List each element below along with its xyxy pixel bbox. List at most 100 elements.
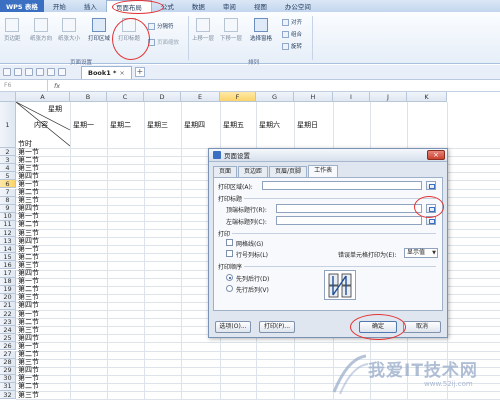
column-header-h[interactable]: H	[294, 92, 333, 102]
column-header-d[interactable]: D	[144, 92, 181, 102]
weekday-header-4[interactable]: 星期四	[184, 120, 205, 130]
cell-a11[interactable]: 第二节	[18, 221, 39, 228]
cell-a17[interactable]: 第四节	[18, 270, 39, 277]
bring-forward-button[interactable]: 上移一层	[192, 18, 214, 42]
cancel-button[interactable]: 取消	[403, 321, 441, 333]
selection-pane-button[interactable]: 选择窗格	[250, 18, 272, 42]
column-header-a[interactable]: A	[16, 92, 70, 102]
cell-a15[interactable]: 第二节	[18, 253, 39, 261]
cell-a23[interactable]: 第二节	[18, 318, 39, 326]
cell-a24[interactable]: 第三节	[18, 326, 39, 334]
rotate-button[interactable]: 旋转	[282, 42, 302, 50]
weekday-header-3[interactable]: 星期三	[147, 120, 168, 130]
open-icon[interactable]	[14, 68, 22, 76]
cell-a16[interactable]: 第三节	[18, 261, 39, 269]
document-tab[interactable]: Book1 * ×	[81, 65, 132, 79]
group-button[interactable]: 组合	[282, 30, 302, 38]
gridlines-checkbox[interactable]	[226, 239, 233, 246]
menu-view[interactable]: 视图	[245, 0, 276, 12]
cell-a32[interactable]: 第三节	[18, 391, 39, 399]
page-scaling-button[interactable]: 页面缩放	[148, 38, 179, 46]
print-icon[interactable]	[36, 68, 44, 76]
weekday-header-6[interactable]: 星期六	[259, 120, 280, 130]
fx-icon[interactable]: fx	[54, 82, 60, 90]
print-area-picker-icon[interactable]	[426, 181, 436, 190]
cell-a4[interactable]: 第三节	[18, 164, 39, 172]
print-titles-button[interactable]: 打印标题	[118, 18, 140, 42]
cell-a6[interactable]: 第一节	[18, 180, 39, 188]
redo-icon[interactable]	[58, 68, 66, 76]
top-rows-picker-icon[interactable]	[426, 204, 436, 213]
cell-a21[interactable]: 第四节	[18, 302, 39, 309]
menu-insert[interactable]: 插入	[75, 0, 106, 12]
down-then-over-label: 先列后行(D)	[236, 276, 270, 283]
name-box[interactable]: F6	[0, 80, 48, 91]
menu-page-layout[interactable]: 页面布局	[105, 0, 152, 12]
left-cols-picker-icon[interactable]	[426, 216, 436, 225]
left-cols-input[interactable]	[276, 216, 422, 225]
cell-a13[interactable]: 第四节	[18, 237, 39, 245]
cell-a27[interactable]: 第二节	[18, 351, 39, 358]
over-then-down-radio[interactable]	[226, 285, 233, 292]
menu-data[interactable]: 数据	[183, 0, 214, 12]
tab-margins[interactable]: 页边距	[238, 166, 269, 177]
menu-office-space[interactable]: 办公空间	[276, 0, 320, 12]
breaks-button[interactable]: 分隔符	[148, 22, 174, 30]
menu-formulas[interactable]: 公式	[152, 0, 183, 12]
margins-button[interactable]: 页边距	[4, 18, 21, 42]
column-header-j[interactable]: J	[370, 92, 407, 102]
ok-button[interactable]: 确定	[359, 321, 397, 333]
gridlines-label: 网格线(G)	[236, 241, 264, 248]
cell-a3[interactable]: 第二节	[18, 156, 39, 164]
column-header-f[interactable]: F	[220, 92, 256, 102]
paper-size-button[interactable]: 纸张大小	[58, 18, 80, 42]
tab-header-footer[interactable]: 页眉/页脚	[269, 166, 308, 177]
column-header-b[interactable]: B	[70, 92, 107, 102]
app-menu-button[interactable]: WPS 表格	[0, 0, 44, 12]
cell-a25[interactable]: 第四节	[18, 334, 39, 342]
dialog-close-button[interactable]: ×	[427, 150, 445, 160]
row-header-32[interactable]: 32	[0, 391, 16, 400]
menu-home[interactable]: 开始	[44, 0, 75, 12]
column-header-i[interactable]: I	[333, 92, 370, 102]
menu-review[interactable]: 审阅	[214, 0, 245, 12]
cell-a7[interactable]: 第二节	[18, 189, 39, 196]
undo-icon[interactable]	[47, 68, 55, 76]
save-icon[interactable]	[25, 68, 33, 76]
cell-a31[interactable]: 第二节	[18, 383, 39, 390]
cell-a5[interactable]: 第四节	[18, 172, 39, 180]
cell-a22[interactable]: 第一节	[18, 310, 39, 318]
new-icon[interactable]	[3, 68, 11, 76]
formula-input[interactable]	[64, 80, 500, 91]
cell-a2[interactable]: 第一节	[18, 148, 39, 156]
cell-errors-select[interactable]: 显示值 ▼	[404, 248, 438, 258]
cell-a14[interactable]: 第一节	[18, 245, 39, 253]
column-header-k[interactable]: K	[407, 92, 447, 102]
rowcol-headings-checkbox[interactable]	[226, 250, 233, 257]
tab-sheet[interactable]: 工作表	[308, 165, 339, 177]
cell-a12[interactable]: 第三节	[18, 229, 39, 237]
weekday-header-5[interactable]: 星期五	[223, 120, 244, 130]
column-header-e[interactable]: E	[181, 92, 220, 102]
close-tab-icon[interactable]: ×	[119, 69, 124, 77]
send-backward-button[interactable]: 下移一层	[220, 18, 242, 42]
top-rows-input[interactable]	[276, 204, 422, 213]
options-button[interactable]: 选项(O)...	[215, 321, 251, 333]
tab-page[interactable]: 页面	[213, 166, 238, 177]
weekday-header-7[interactable]: 星期日	[297, 120, 318, 130]
weekday-header-1[interactable]: 星期一	[73, 120, 94, 130]
print-area-input[interactable]	[262, 181, 422, 190]
column-header-c[interactable]: C	[107, 92, 144, 102]
print-area-button[interactable]: 打印区域	[88, 18, 110, 42]
column-header-g[interactable]: G	[256, 92, 294, 102]
down-then-over-radio[interactable]	[226, 274, 233, 281]
orientation-button[interactable]: 纸张方向	[30, 18, 52, 42]
cell-a26[interactable]: 第一节	[18, 342, 39, 350]
divider	[244, 198, 436, 199]
weekday-header-2[interactable]: 星期二	[110, 120, 131, 130]
print-button[interactable]: 打印(P)...	[259, 321, 295, 333]
select-all-corner[interactable]	[0, 92, 16, 102]
new-tab-button[interactable]: +	[134, 67, 145, 77]
row-header-1[interactable]: 1	[0, 102, 16, 148]
align-button[interactable]: 对齐	[282, 18, 302, 26]
